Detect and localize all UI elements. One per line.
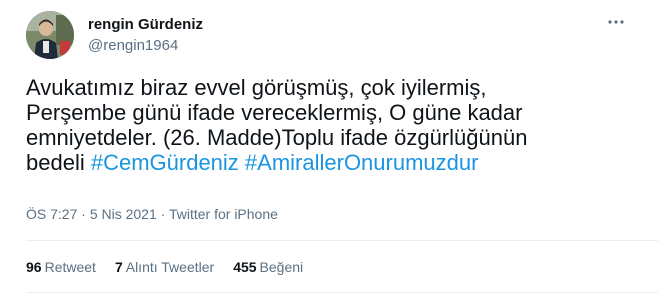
tweet-text: Avukatımız biraz evvel görüşmüş, çok iyi… [26, 75, 586, 175]
retweets-label: Retweet [44, 259, 96, 275]
likes-stat[interactable]: 455 Beğeni [233, 259, 303, 275]
divider [26, 292, 658, 293]
display-name[interactable]: rengin Gürdeniz [88, 16, 203, 33]
retweets-count: 96 [26, 259, 42, 275]
avatar[interactable] [26, 11, 74, 59]
divider [26, 240, 658, 241]
quote-tweets-stat[interactable]: 7 Alıntı Tweetler [115, 259, 214, 275]
retweets-stat[interactable]: 96 Retweet [26, 259, 96, 275]
tweet-meta: ÖS 7:27 · 5 Nis 2021 · Twitter for iPhon… [26, 206, 278, 222]
tweet-text-line: emniyetdeler. (26. Madde)Toplu ifade özg… [26, 125, 528, 150]
meta-separator: · [77, 206, 90, 222]
tweet-date[interactable]: 5 Nis 2021 [90, 206, 157, 222]
quote-tweets-label: Alıntı Tweetler [125, 259, 215, 275]
tweet-time[interactable]: ÖS 7:27 [26, 206, 77, 222]
tweet-text-fragment: bedeli [26, 150, 91, 175]
more-horizontal-icon [608, 20, 624, 24]
tweet-card: rengin Gürdeniz @rengin1964 Avukatımız b… [0, 0, 670, 299]
likes-count: 455 [233, 259, 257, 275]
likes-label: Beğeni [259, 259, 304, 275]
tweet-stats: 96 Retweet 7 Alıntı Tweetler 455 Beğeni [26, 259, 303, 275]
hashtag-amiralleronurumuzdur[interactable]: #AmirallerOnurumuzdur [245, 150, 479, 175]
tweet-text-line: bedeli #CemGürdeniz #AmirallerOnurumuzdu… [26, 150, 586, 175]
tweet-text-line: Avukatımız biraz evvel görüşmüş, çok iyi… [26, 75, 487, 100]
meta-separator: · [156, 206, 169, 222]
quote-tweets-count: 7 [114, 259, 123, 275]
tweet-text-line: Perşembe günü ifade vereceklermiş, O gün… [26, 100, 523, 125]
tweet-source[interactable]: Twitter for iPhone [169, 206, 278, 222]
more-options-button[interactable] [602, 12, 630, 32]
hashtag-cemgurdeniz[interactable]: #CemGürdeniz [91, 150, 239, 175]
user-photo-icon [26, 11, 74, 59]
user-handle[interactable]: @rengin1964 [88, 37, 178, 54]
